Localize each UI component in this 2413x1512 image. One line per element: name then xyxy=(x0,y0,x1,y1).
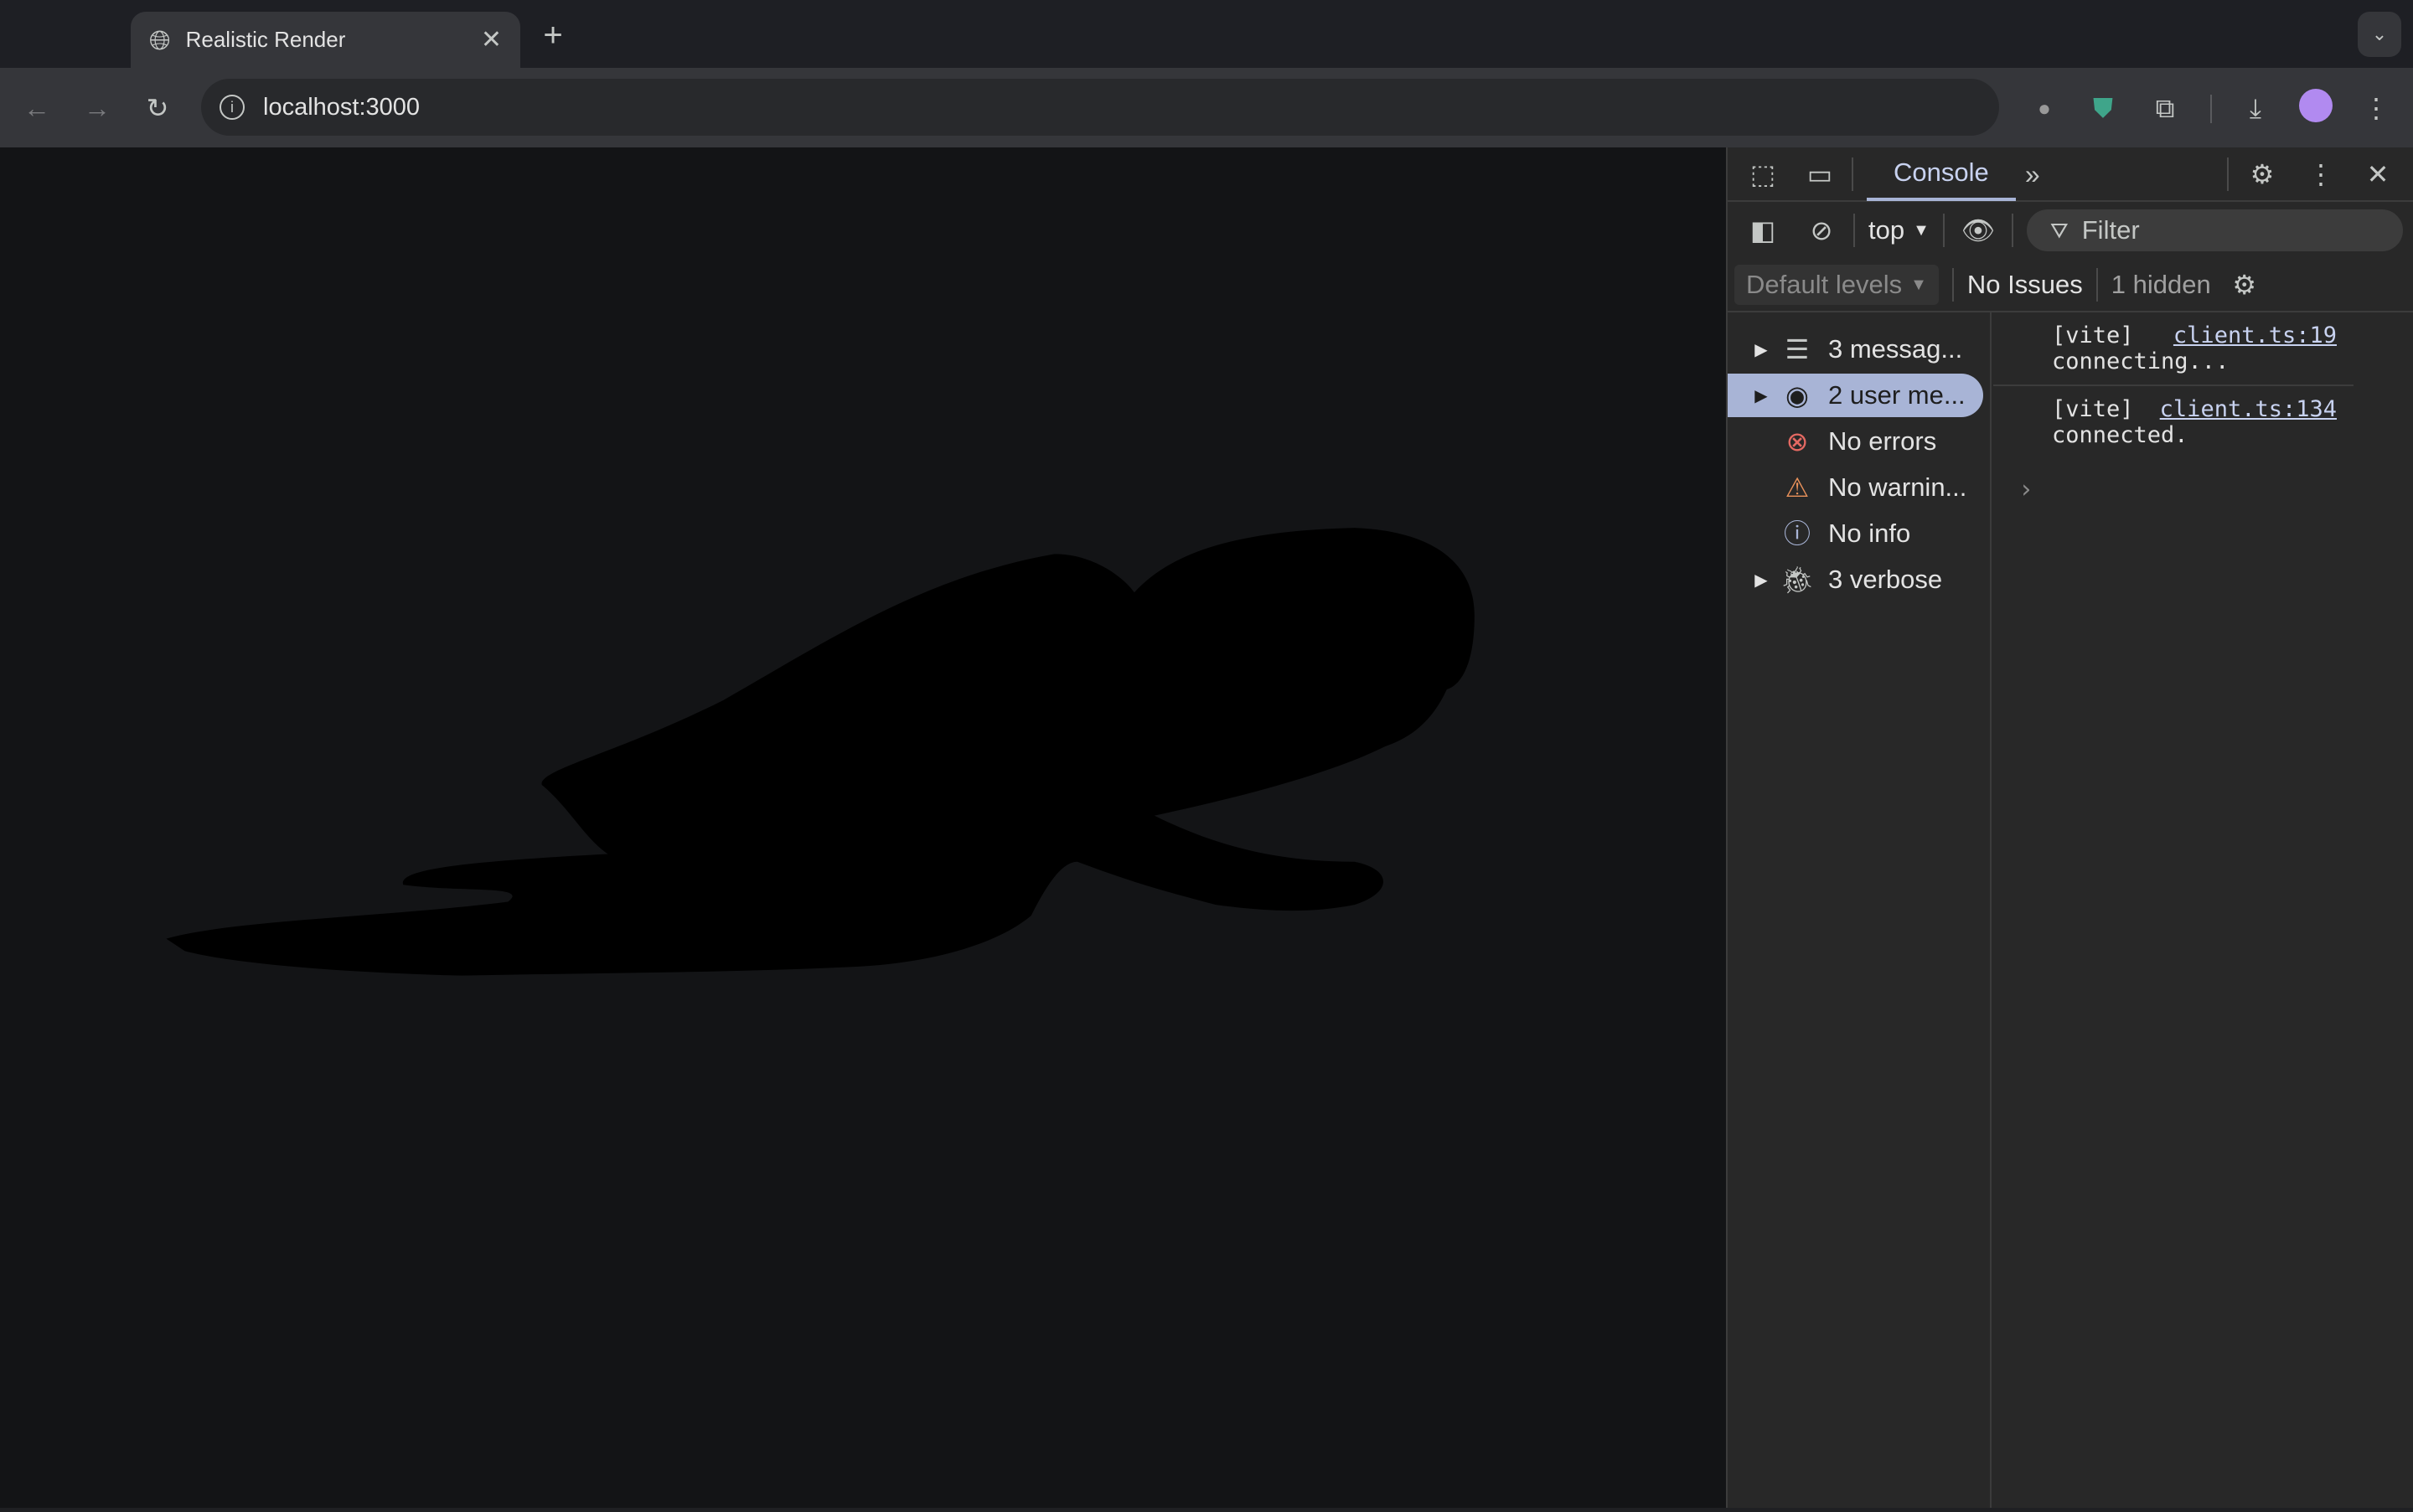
message-text: connected. xyxy=(2052,422,2188,448)
console-settings-icon[interactable]: ⚙ xyxy=(2224,271,2265,298)
tab-strip: 🌐︎ Realistic Render ✕ + ⌄ xyxy=(0,0,2413,68)
filter-input[interactable]: ⛛ Filter xyxy=(2026,209,2403,251)
shield-extension-icon[interactable]: ⛊ xyxy=(2086,91,2120,125)
devtools-panel: ⬚ ▭ Console » ⚙ ⋮ ✕ ◧ ⊘ top ▼ 👁︎ ⛛ Filter… xyxy=(1726,147,2413,1508)
log-levels-label: Default levels xyxy=(1746,270,1903,299)
warning-icon: ⚠ xyxy=(1785,472,1810,503)
sidebar-item-label: No warnin... xyxy=(1828,472,1967,502)
message-source: [vite] xyxy=(2052,396,2134,422)
tab-console[interactable]: Console xyxy=(1867,147,2016,201)
sidebar-item-warnings[interactable]: ⚠ No warnin... xyxy=(1728,466,1983,509)
divider xyxy=(1951,268,1954,302)
settings-icon[interactable]: ⚙ xyxy=(2242,161,2282,188)
divider xyxy=(2095,268,2098,302)
menu-icon[interactable]: ⋮ xyxy=(2361,91,2391,125)
sidebar-item-info[interactable]: ⓘ No info xyxy=(1728,512,1983,555)
extensions-icon[interactable]: ⧉ xyxy=(2147,91,2183,125)
site-info-icon[interactable]: i xyxy=(220,95,245,120)
url-text[interactable]: localhost:3000 xyxy=(263,94,1981,121)
hidden-count: 1 hidden xyxy=(2111,270,2211,299)
reload-icon[interactable]: ↻ xyxy=(141,91,174,125)
more-options-icon[interactable]: ⋮ xyxy=(2301,161,2341,188)
close-tab-icon[interactable]: ✕ xyxy=(481,27,502,53)
log-levels-dropdown[interactable]: Default levels ▼ xyxy=(1734,265,1939,305)
globe-icon: 🌐︎ xyxy=(149,24,171,55)
forward-icon[interactable]: → xyxy=(80,91,114,125)
creature-silhouette xyxy=(166,528,1475,976)
user-icon: ◉ xyxy=(1785,380,1809,410)
browser-tab[interactable]: 🌐︎ Realistic Render ✕ xyxy=(131,12,520,68)
address-bar[interactable]: i localhost:3000 xyxy=(201,79,1999,136)
tab-search-icon[interactable]: ⌄ xyxy=(2358,12,2401,57)
divider xyxy=(2227,157,2229,191)
tab-title: Realistic Render xyxy=(185,27,346,52)
more-tabs-icon[interactable]: » xyxy=(2016,161,2049,188)
sidebar-item-messages[interactable]: ▶ ☰ 3 messag... xyxy=(1728,328,1983,371)
source-link[interactable]: client.ts:134 xyxy=(2160,396,2337,422)
console-toolbar: ◧ ⊘ top ▼ 👁︎ ⛛ Filter xyxy=(1728,202,2413,259)
filter-icon: ⛛ xyxy=(2049,218,2069,243)
console-message: [vite] client.ts:134 connected. xyxy=(1993,386,2354,458)
expand-arrow-icon[interactable]: ▶ xyxy=(1744,570,1778,591)
divider xyxy=(1852,157,1853,191)
divider xyxy=(1942,214,1945,247)
info-icon: ⓘ xyxy=(1783,519,1811,549)
source-link[interactable]: client.ts:19 xyxy=(2173,323,2337,348)
sidebar-item-label: 3 verbose xyxy=(1828,565,1943,594)
extension-mouse-icon[interactable]: ● xyxy=(2029,91,2059,125)
message-source: [vite] xyxy=(2052,323,2134,348)
sidebar-item-errors[interactable]: ⊗ No errors xyxy=(1728,420,1983,463)
back-icon[interactable]: ← xyxy=(20,91,54,125)
sidebar-item-user-messages[interactable]: ▶ ◉ 2 user me... xyxy=(1728,374,1983,417)
error-icon: ⊗ xyxy=(1785,426,1809,457)
context-value: top xyxy=(1868,215,1905,245)
console-message: [vite] client.ts:19 connecting... xyxy=(1993,312,2354,386)
sidebar-item-label: No errors xyxy=(1828,426,1937,456)
list-icon: ☰ xyxy=(1785,334,1810,364)
expand-arrow-icon[interactable]: ▶ xyxy=(1744,339,1778,360)
console-settings-row: Default levels ▼ No Issues 1 hidden ⚙ xyxy=(1728,259,2413,312)
sidebar-item-label: 2 user me... xyxy=(1828,380,1966,410)
avatar[interactable] xyxy=(2299,89,2333,122)
expand-arrow-icon[interactable]: ▶ xyxy=(1744,385,1778,406)
bug-icon: 🐞︎ xyxy=(1780,565,1815,595)
console-prompt[interactable]: › xyxy=(1993,458,2413,504)
issues-count[interactable]: No Issues xyxy=(1967,270,2083,300)
console-output: [vite] client.ts:19 connecting... [vite] c… xyxy=(1993,312,2413,504)
context-selector[interactable]: top ▼ xyxy=(1868,215,1930,245)
console-sidebar: ▶ ☰ 3 messag... ▶ ◉ 2 user me... ⊗ No er… xyxy=(1728,312,1992,1508)
filter-placeholder: Filter xyxy=(2081,215,2140,245)
divider xyxy=(1853,214,1855,247)
devtools-main-toolbar: ⬚ ▭ Console » ⚙ ⋮ ✕ xyxy=(1728,147,2413,202)
close-devtools-icon[interactable]: ✕ xyxy=(2358,161,2398,188)
download-icon[interactable]: ⤓ xyxy=(2237,91,2274,125)
inspect-element-icon[interactable]: ⬚ xyxy=(1744,161,1781,188)
divider xyxy=(2011,214,2013,247)
new-tab-icon[interactable]: + xyxy=(536,18,570,52)
device-toolbar-icon[interactable]: ▭ xyxy=(1801,161,1838,188)
sidebar-toggle-icon[interactable]: ◧ xyxy=(1744,217,1781,244)
clear-console-icon[interactable]: ⊘ xyxy=(1803,217,1840,244)
live-expression-eye-icon[interactable]: 👁︎ xyxy=(1958,217,1998,244)
message-text: connecting... xyxy=(2052,348,2230,374)
sidebar-item-verbose[interactable]: ▶ 🐞︎ 3 verbose xyxy=(1728,558,1983,601)
sidebar-item-label: 3 messag... xyxy=(1828,334,1963,364)
dropdown-arrow-icon: ▼ xyxy=(1913,220,1930,240)
sidebar-item-label: No info xyxy=(1828,519,1911,548)
dropdown-arrow-icon: ▼ xyxy=(1910,275,1927,294)
toolbar-divider xyxy=(2210,95,2212,123)
page-content xyxy=(0,147,1726,1508)
